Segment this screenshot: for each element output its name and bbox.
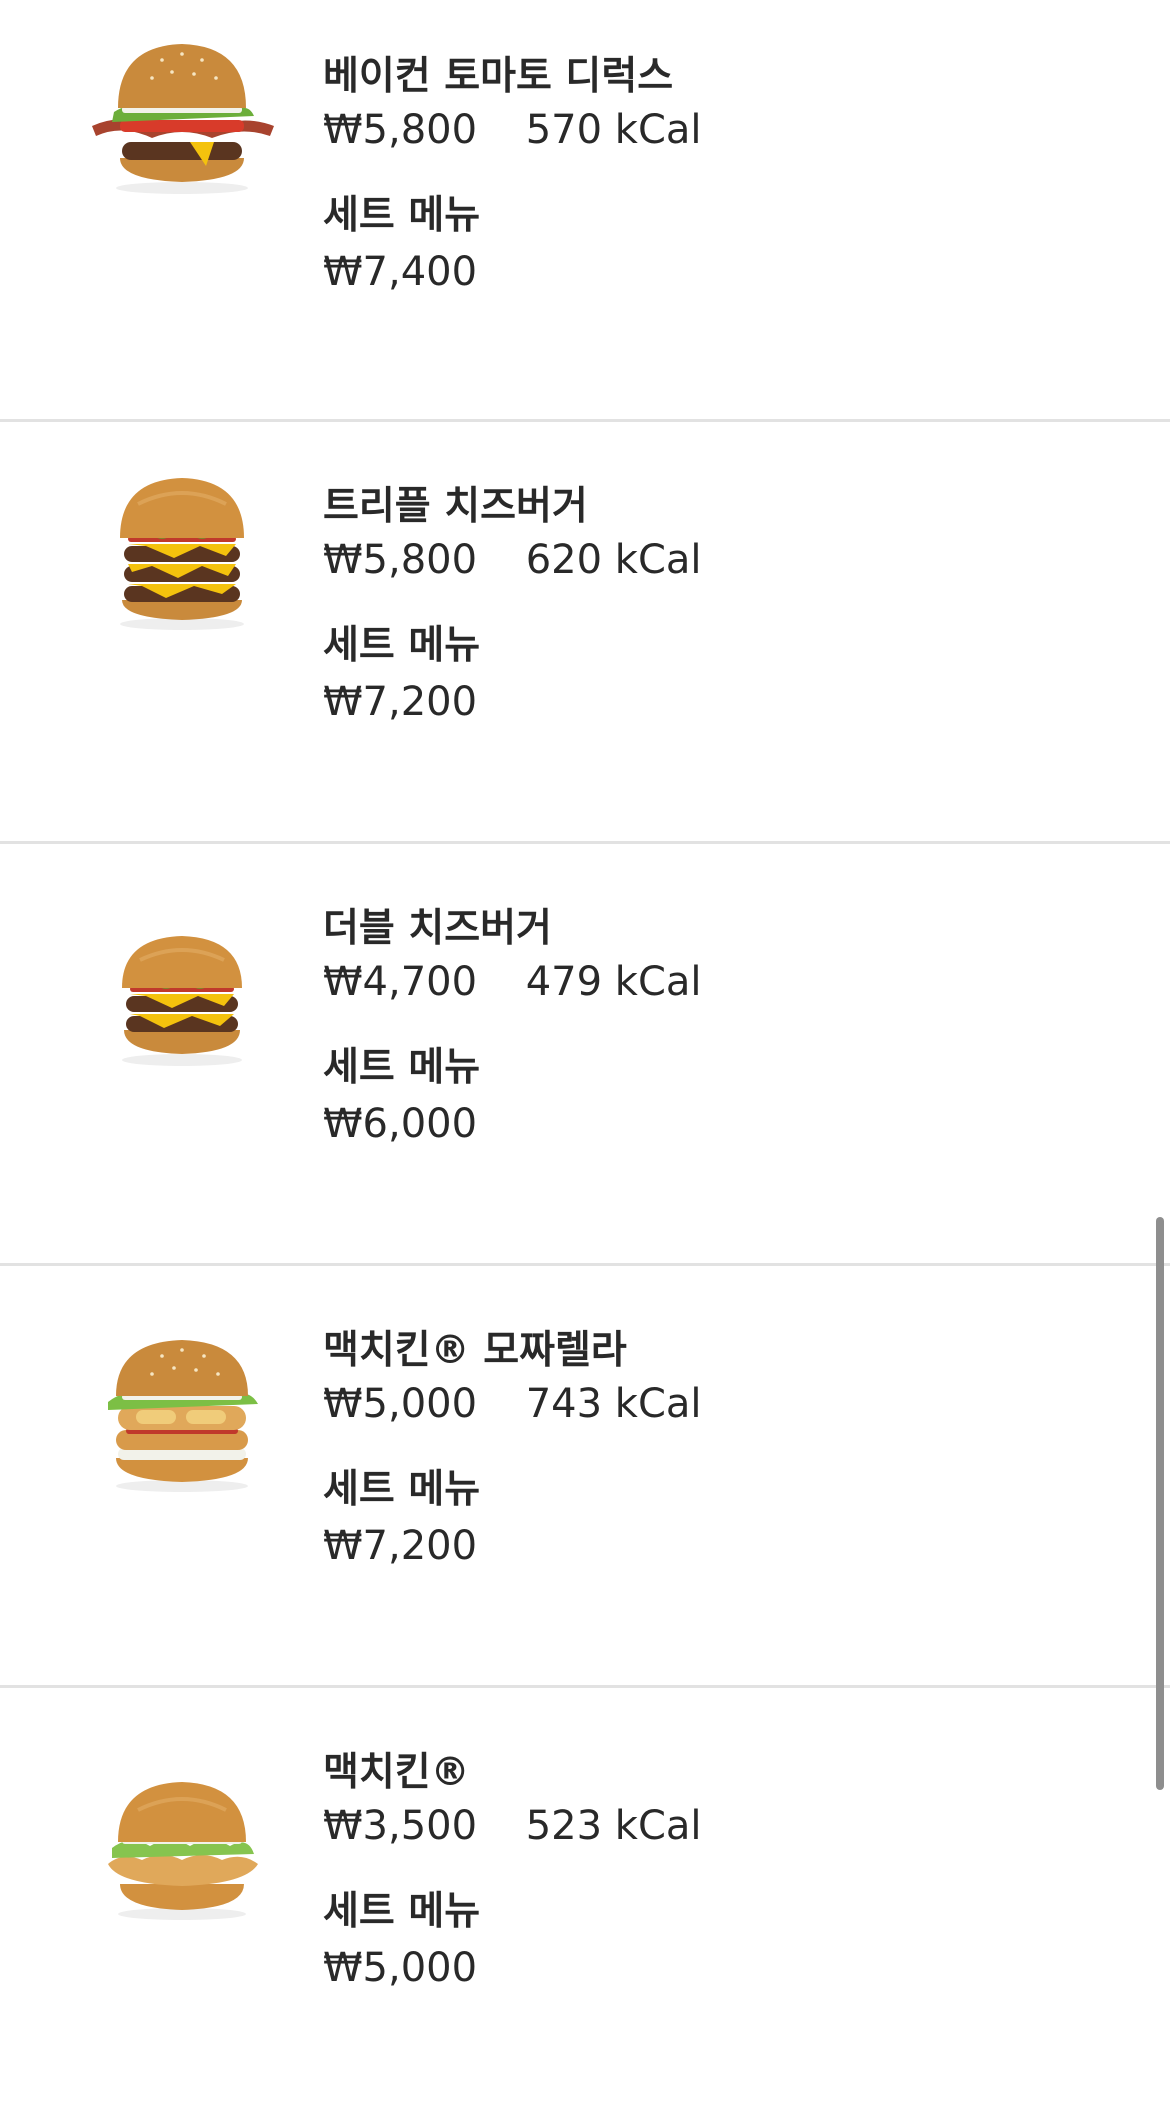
bacon-tomato-deluxe-burger-image[interactable] bbox=[82, 38, 282, 198]
item-kcal: 620 kCal bbox=[525, 537, 702, 583]
price-row: ₩4,700 479 kCal bbox=[323, 954, 702, 1010]
price-row: ₩5,800 570 kCal bbox=[323, 102, 702, 158]
menu-list: 베이컨 토마토 디럭스 ₩5,800 570 kCal 세트 메뉴 ₩7,400 bbox=[0, 0, 1170, 2110]
price-row: ₩5,000 743 kCal bbox=[323, 1376, 702, 1432]
set-menu-label: 세트 메뉴 bbox=[323, 623, 481, 668]
item-price: ₩5,800 bbox=[323, 107, 478, 153]
menu-item[interactable]: 베이컨 토마토 디럭스 ₩5,800 570 kCal 세트 메뉴 ₩7,400 bbox=[0, 0, 1170, 422]
set-menu-price: ₩7,200 bbox=[323, 679, 478, 725]
item-price: ₩4,700 bbox=[323, 959, 478, 1005]
menu-item[interactable]: 더블 치즈버거 ₩4,700 479 kCal 세트 메뉴 ₩6,000 bbox=[0, 844, 1170, 1266]
item-info: 맥치킨® 모짜렐라 ₩5,000 743 kCal 세트 메뉴 ₩7,200 bbox=[323, 1326, 702, 1574]
item-info: 더블 치즈버거 ₩4,700 479 kCal 세트 메뉴 ₩6,000 bbox=[323, 904, 702, 1152]
set-menu-price: ₩5,000 bbox=[323, 1945, 478, 1991]
item-price: ₩5,800 bbox=[323, 537, 478, 583]
menu-item[interactable]: 맥치킨® ₩3,500 523 kCal 세트 메뉴 ₩5,000 bbox=[0, 1688, 1170, 2110]
set-menu-price: ₩6,000 bbox=[323, 1101, 478, 1147]
item-info: 베이컨 토마토 디럭스 ₩5,800 570 kCal 세트 메뉴 ₩7,400 bbox=[323, 52, 702, 300]
price-row: ₩3,500 523 kCal bbox=[323, 1798, 702, 1854]
set-menu-label: 세트 메뉴 bbox=[323, 1045, 481, 1090]
set-menu-price: ₩7,400 bbox=[323, 249, 478, 295]
item-info: 트리플 치즈버거 ₩5,800 620 kCal 세트 메뉴 ₩7,200 bbox=[323, 482, 702, 730]
item-kcal: 743 kCal bbox=[525, 1381, 702, 1427]
triple-cheeseburger-image[interactable] bbox=[82, 474, 282, 634]
menu-item[interactable]: 트리플 치즈버거 ₩5,800 620 kCal 세트 메뉴 ₩7,200 bbox=[0, 422, 1170, 844]
set-menu-label: 세트 메뉴 bbox=[323, 193, 481, 238]
set-menu-label: 세트 메뉴 bbox=[323, 1467, 481, 1512]
item-price: ₩3,500 bbox=[323, 1803, 478, 1849]
item-info: 맥치킨® ₩3,500 523 kCal 세트 메뉴 ₩5,000 bbox=[323, 1748, 702, 1996]
item-name: 트리플 치즈버거 bbox=[323, 484, 588, 529]
item-name: 맥치킨® bbox=[323, 1750, 470, 1795]
mcchicken-mozzarella-burger-image[interactable] bbox=[82, 1336, 282, 1496]
menu-item[interactable]: 맥치킨® 모짜렐라 ₩5,000 743 kCal 세트 메뉴 ₩7,200 bbox=[0, 1266, 1170, 1688]
double-cheeseburger-image[interactable] bbox=[82, 920, 282, 1080]
item-kcal: 570 kCal bbox=[525, 107, 702, 153]
item-name: 더블 치즈버거 bbox=[323, 906, 552, 951]
set-menu-price: ₩7,200 bbox=[323, 1523, 478, 1569]
item-name: 맥치킨® 모짜렐라 bbox=[323, 1328, 627, 1373]
vertical-scrollbar[interactable] bbox=[1156, 1217, 1164, 1790]
item-kcal: 479 kCal bbox=[525, 959, 702, 1005]
item-name: 베이컨 토마토 디럭스 bbox=[323, 54, 674, 99]
set-menu-label: 세트 메뉴 bbox=[323, 1889, 481, 1934]
item-price: ₩5,000 bbox=[323, 1381, 478, 1427]
item-kcal: 523 kCal bbox=[525, 1803, 702, 1849]
price-row: ₩5,800 620 kCal bbox=[323, 532, 702, 588]
mcchicken-burger-image[interactable] bbox=[82, 1768, 282, 1928]
